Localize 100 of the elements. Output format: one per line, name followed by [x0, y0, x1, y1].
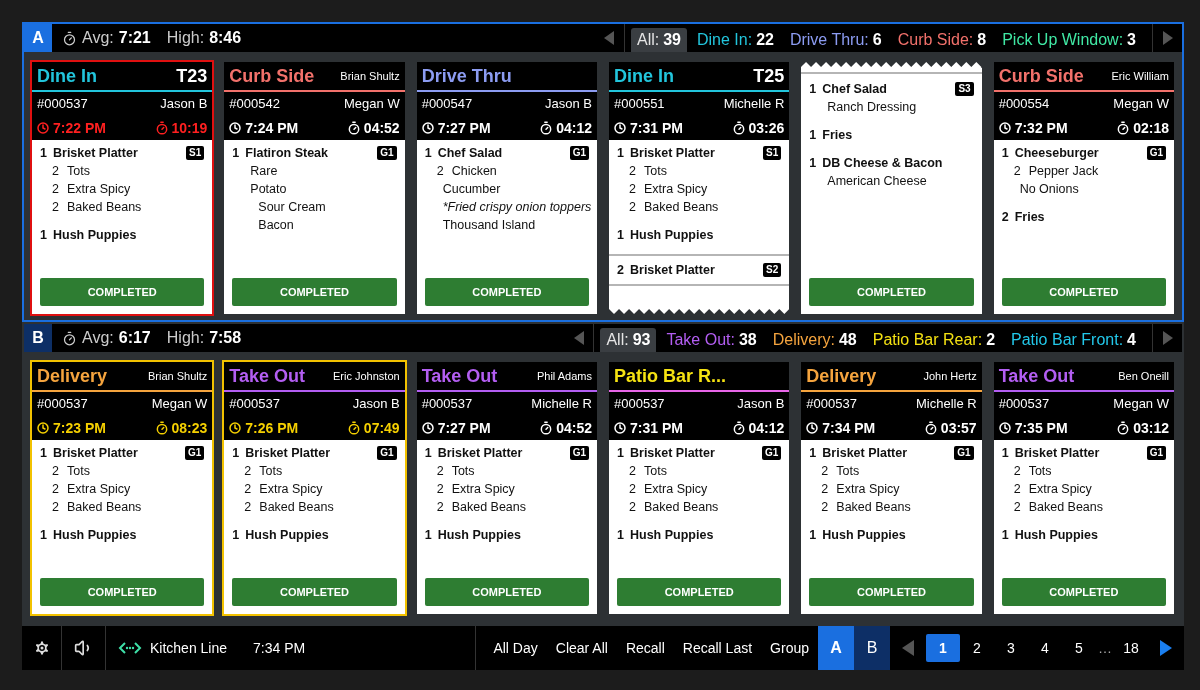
item-quantity: 1: [617, 527, 625, 544]
filter-tab[interactable]: All: 39: [630, 28, 687, 52]
seat-tag: S1: [186, 146, 205, 160]
modifier-quantity: 2: [52, 499, 60, 516]
item-name: Hush Puppies: [822, 527, 907, 544]
order-type: Delivery: [806, 367, 877, 385]
station-name: Kitchen Line: [150, 638, 228, 658]
order-time: 7:27 PM: [437, 118, 491, 138]
order-time: 7:26 PM: [245, 418, 299, 438]
action-button[interactable]: Recall Last: [673, 626, 762, 670]
high-label: High:: [166, 28, 205, 48]
order-time: 7:31 PM: [630, 118, 683, 138]
order-number: #000537: [806, 395, 857, 414]
completed-button[interactable]: COMPLETED: [424, 578, 589, 606]
screen-button[interactable]: A: [818, 626, 854, 670]
order-number: #000554: [998, 95, 1050, 114]
completed-button[interactable]: COMPLETED: [617, 578, 782, 606]
item-name: Brisket Platter: [630, 262, 716, 279]
modifier-text: Baked Beans: [451, 499, 527, 516]
modifier-quantity: 2: [629, 463, 637, 480]
modifier-quantity: 2: [629, 499, 637, 516]
server-name: Jason B: [545, 95, 592, 114]
action-button[interactable]: Clear All: [546, 626, 617, 670]
filter-tab[interactable]: Pick Up Window: 3: [996, 28, 1142, 52]
modifier-quantity: 2: [821, 463, 830, 480]
seat-tag: G1: [569, 146, 589, 160]
order-number: #000542: [229, 95, 280, 114]
item-quantity: 1: [40, 445, 48, 462]
elapsed-time: 04:12: [556, 118, 592, 138]
page-button[interactable]: 18: [1114, 634, 1148, 662]
filter-tab[interactable]: Curb Side: 8: [891, 28, 993, 52]
item-quantity: 1: [617, 227, 625, 244]
server-name: Michelle R: [915, 395, 977, 414]
triangle-right-icon: [1160, 640, 1172, 656]
modifier-text: Extra Spicy: [644, 181, 709, 198]
page-button[interactable]: 1: [926, 634, 960, 662]
triangle-left-icon: [604, 31, 615, 45]
elapsed-time: 04:52: [363, 118, 400, 138]
panel-letter[interactable]: B: [24, 324, 52, 352]
item-name: Hush Puppies: [1014, 527, 1099, 544]
modifier-text: Tots: [644, 163, 668, 180]
completed-button[interactable]: COMPLETED: [809, 278, 974, 306]
order-number: #000537: [998, 395, 1050, 414]
completed-button[interactable]: COMPLETED: [809, 578, 974, 606]
filter-tab[interactable]: Patio Bar Front: 4: [1005, 328, 1142, 352]
item-quantity: 1: [1001, 527, 1010, 544]
action-button[interactable]: Recall: [616, 626, 674, 670]
item-name: Chef Salad: [437, 145, 504, 162]
triangle-right-icon: [1162, 331, 1173, 345]
modifier-text: Cucumber: [442, 181, 502, 198]
completed-button[interactable]: COMPLETED: [232, 578, 397, 606]
completed-button[interactable]: COMPLETED: [232, 278, 397, 306]
panel-letter[interactable]: A: [24, 24, 52, 52]
order-number: #000537: [37, 395, 88, 414]
item-quantity: 2: [1001, 209, 1010, 226]
action-button[interactable]: Group: [761, 626, 818, 670]
action-button[interactable]: All Day: [484, 626, 547, 670]
server-name: Megan W: [1113, 95, 1169, 114]
customer-name: Brian Shultz: [148, 368, 208, 384]
item-quantity: 1: [617, 445, 625, 462]
page-button[interactable]: 3: [994, 634, 1028, 662]
elapsed-time: 03:57: [940, 418, 977, 438]
seat-tag: G1: [762, 446, 782, 460]
filter-tab[interactable]: All: 93: [600, 328, 657, 352]
completed-button[interactable]: COMPLETED: [1001, 278, 1166, 306]
seat-tag: G1: [954, 446, 974, 460]
clock-icon: [614, 422, 626, 434]
item-name: Fries: [822, 127, 854, 144]
page-button[interactable]: 5: [1062, 634, 1096, 662]
filter-tab[interactable]: Delivery: 48: [766, 328, 863, 352]
clock-icon: [806, 422, 819, 434]
filter-tab[interactable]: Dine In: 22: [691, 28, 780, 52]
filter-tab[interactable]: Drive Thru: 6: [783, 28, 888, 52]
page-button[interactable]: 4: [1028, 634, 1062, 662]
completed-button[interactable]: COMPLETED: [424, 278, 589, 306]
clock-icon: [421, 422, 434, 434]
filter-tab[interactable]: Patio Bar Rear: 2: [866, 328, 1002, 352]
completed-button[interactable]: COMPLETED: [1001, 578, 1166, 606]
modifier-quantity: 2: [821, 499, 830, 516]
order-time: 7:34 PM: [822, 418, 876, 438]
filter-tab[interactable]: Take Out: 38: [660, 328, 763, 352]
modifier-text: Rare: [250, 163, 279, 180]
screen-button[interactable]: B: [854, 626, 890, 670]
modifier-text: Sour Cream: [258, 199, 327, 216]
order-time: 7:31 PM: [630, 418, 683, 438]
item-quantity: 1: [1001, 445, 1010, 462]
completed-button[interactable]: COMPLETED: [40, 278, 205, 306]
modifier-text: No Onions: [1019, 181, 1080, 198]
modifier-quantity: 2: [629, 481, 637, 498]
stopwatch-icon: [923, 421, 938, 435]
modifier-text: Pepper Jack: [1028, 163, 1100, 180]
page-button[interactable]: 2: [960, 634, 994, 662]
order-type: Take Out: [229, 367, 305, 385]
seat-tag: G1: [185, 446, 205, 460]
completed-button[interactable]: COMPLETED: [40, 578, 205, 606]
connection-arrows-icon: [118, 641, 142, 655]
order-type: Drive Thru: [421, 67, 512, 85]
order-time: 7:22 PM: [53, 118, 106, 138]
order-type: Curb Side: [998, 67, 1084, 85]
order-time: 7:24 PM: [245, 118, 299, 138]
